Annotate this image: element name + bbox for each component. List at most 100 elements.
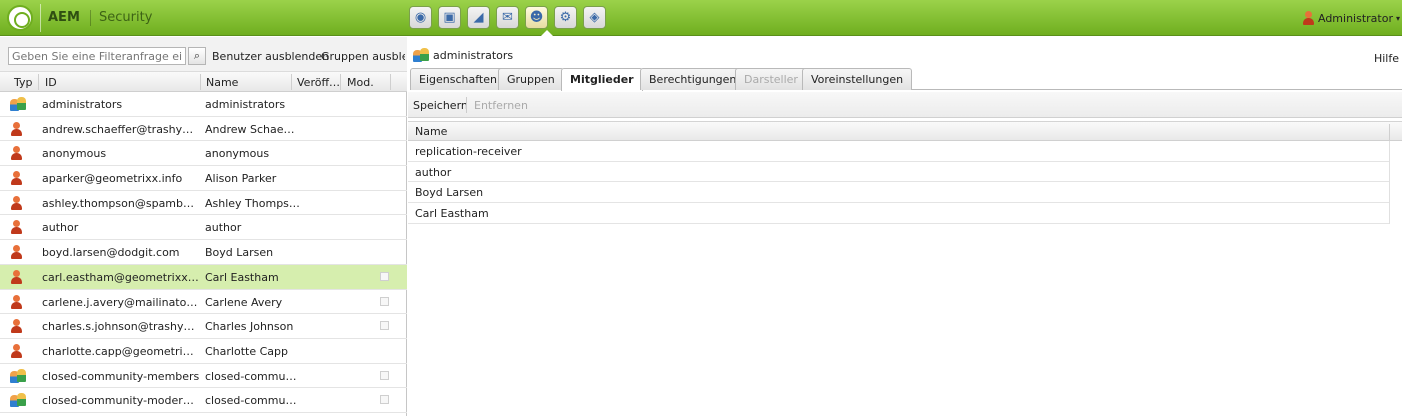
row-name: Carl Eastham: [205, 270, 279, 284]
search-icon[interactable]: ⌕: [188, 47, 206, 65]
hide-users-button[interactable]: Benutzer ausblenden: [212, 50, 329, 63]
aem-logo-icon[interactable]: [7, 5, 33, 31]
envelope-icon: ✉: [502, 10, 513, 25]
tab-berechtigungen[interactable]: Berechtigungen: [640, 68, 746, 90]
modified-checkbox[interactable]: [380, 370, 389, 380]
tag-console-button[interactable]: ◈: [583, 6, 606, 29]
tab-bar: Eigenschaften Gruppen Mitglieder Berechtigu…: [410, 68, 1402, 91]
table-row[interactable]: author author: [0, 215, 407, 241]
filter-input[interactable]: [8, 47, 186, 65]
column-divider[interactable]: [390, 74, 391, 90]
megaphone-console-button[interactable]: ◢: [467, 6, 490, 29]
hide-groups-button[interactable]: Gruppen ausblenden: [321, 50, 405, 63]
page-title: Security: [99, 10, 153, 25]
member-row[interactable]: replication-receiver: [408, 141, 1389, 162]
column-divider[interactable]: [38, 74, 39, 90]
row-name: administrators: [205, 98, 286, 111]
group-icon: [413, 48, 429, 62]
row-name: Ashley Thompson: [205, 196, 301, 210]
row-id: closed-community-moderators: [42, 394, 200, 408]
column-header-modified[interactable]: Mod.: [347, 76, 374, 89]
user-icon: [10, 171, 23, 186]
remove-button[interactable]: Entfernen: [474, 99, 528, 112]
row-name: author: [205, 221, 242, 235]
tab-mitglieder[interactable]: Mitglieder: [561, 68, 643, 91]
users-console-button[interactable]: ☻: [525, 6, 548, 29]
row-name: Charlotte Capp: [205, 344, 288, 358]
modified-checkbox[interactable]: [380, 395, 389, 405]
envelope-console-button[interactable]: ✉: [496, 6, 519, 29]
column-header-type[interactable]: Typ: [14, 76, 33, 89]
members-action-bar: Speichern Entfernen: [408, 92, 1402, 118]
row-name: anonymous: [205, 147, 270, 161]
active-console-pointer: [541, 30, 553, 36]
row-name: Alison Parker: [205, 172, 277, 186]
group-icon: [10, 393, 26, 408]
row-id: carl.eastham@geometrixx-m...: [42, 270, 200, 284]
column-divider[interactable]: [1389, 124, 1390, 140]
member-row[interactable]: author: [408, 162, 1389, 183]
members-rows: replication-receiver author Boyd Larsen Car…: [408, 141, 1390, 224]
modified-checkbox[interactable]: [380, 296, 389, 306]
table-row[interactable]: anonymous anonymous: [0, 141, 407, 167]
row-id: charles.s.johnson@trashyma...: [42, 320, 200, 334]
tab-eigenschaften[interactable]: Eigenschaften: [410, 68, 506, 90]
console-toolbar: ◉ ▣ ◢ ✉ ☻ ⚙ ◈: [409, 6, 606, 29]
table-row[interactable]: boyd.larsen@dodgit.com Boyd Larsen: [0, 240, 407, 265]
globe-console-button[interactable]: ◉: [409, 6, 432, 29]
column-header-id[interactable]: ID: [45, 76, 57, 89]
column-header-published[interactable]: Veröff…: [297, 76, 340, 89]
members-grid-header: Name: [408, 121, 1402, 141]
column-divider[interactable]: [291, 74, 292, 90]
megaphone-icon: ◢: [473, 10, 484, 25]
row-name: Carlene Avery: [205, 295, 283, 309]
camera-console-button[interactable]: ▣: [438, 6, 461, 29]
app-name: AEM: [48, 10, 80, 25]
help-link[interactable]: Hilfe: [1374, 52, 1399, 65]
table-row[interactable]: charles.s.johnson@trashyma... Charles Joh…: [0, 314, 407, 339]
tab-darsteller: Darsteller: [735, 68, 807, 90]
column-divider[interactable]: [340, 74, 341, 90]
tab-gruppen[interactable]: Gruppen: [498, 68, 564, 90]
member-row[interactable]: Carl Eastham: [408, 203, 1389, 224]
save-button[interactable]: Speichern: [413, 99, 468, 112]
user-icon: [10, 245, 23, 260]
table-row[interactable]: closed-community-members closed-communit.…: [0, 364, 407, 389]
chevron-down-icon: ▾: [1395, 13, 1400, 23]
user-group-rows: administrators administrators andrew.schae…: [0, 92, 407, 413]
modified-checkbox[interactable]: [380, 321, 389, 331]
tag-icon: ◈: [589, 10, 600, 25]
user-icon: [10, 146, 23, 161]
table-row[interactable]: carlene.j.avery@mailinator.c... Carlene A…: [0, 290, 407, 315]
divider: [40, 4, 41, 32]
users-icon: ☻: [529, 10, 544, 25]
table-row[interactable]: ashley.thompson@spambob.... Ashley Thomps…: [0, 191, 407, 216]
table-row[interactable]: charlotte.capp@geometrixx-... Charlotte C…: [0, 339, 407, 364]
user-icon: [1302, 11, 1315, 25]
user-icon: [10, 220, 23, 235]
tab-voreinstellungen[interactable]: Voreinstellungen: [802, 68, 913, 90]
column-divider[interactable]: [200, 74, 201, 90]
row-id: aparker@geometrixx.info: [42, 172, 183, 186]
table-row[interactable]: andrew.schaeffer@trashyma... Andrew Schae…: [0, 117, 407, 142]
group-icon: [10, 97, 26, 111]
gears-console-button[interactable]: ⚙: [554, 6, 577, 29]
modified-checkbox[interactable]: [380, 271, 389, 281]
table-row[interactable]: closed-community-moderators closed-commun…: [0, 388, 407, 413]
detail-title-text: administrators: [433, 48, 514, 62]
member-row[interactable]: Boyd Larsen: [408, 182, 1389, 204]
row-id: andrew.schaeffer@trashyma...: [42, 122, 200, 136]
row-id: administrators: [42, 98, 123, 111]
camera-icon: ▣: [443, 10, 456, 25]
row-id: closed-community-members: [42, 369, 200, 383]
user-icon: [10, 294, 23, 309]
table-row[interactable]: administrators administrators: [0, 92, 407, 117]
table-row[interactable]: carl.eastham@geometrixx-m... Carl Eastham: [0, 264, 407, 290]
gears-icon: ⚙: [559, 10, 572, 25]
table-row[interactable]: aparker@geometrixx.info Alison Parker: [0, 166, 407, 191]
column-header-member-name[interactable]: Name: [415, 125, 447, 138]
column-header-name[interactable]: Name: [206, 76, 238, 89]
user-icon: [10, 343, 23, 358]
row-name: Boyd Larsen: [205, 246, 274, 260]
user-menu[interactable]: Administrator ▾: [1302, 11, 1400, 25]
